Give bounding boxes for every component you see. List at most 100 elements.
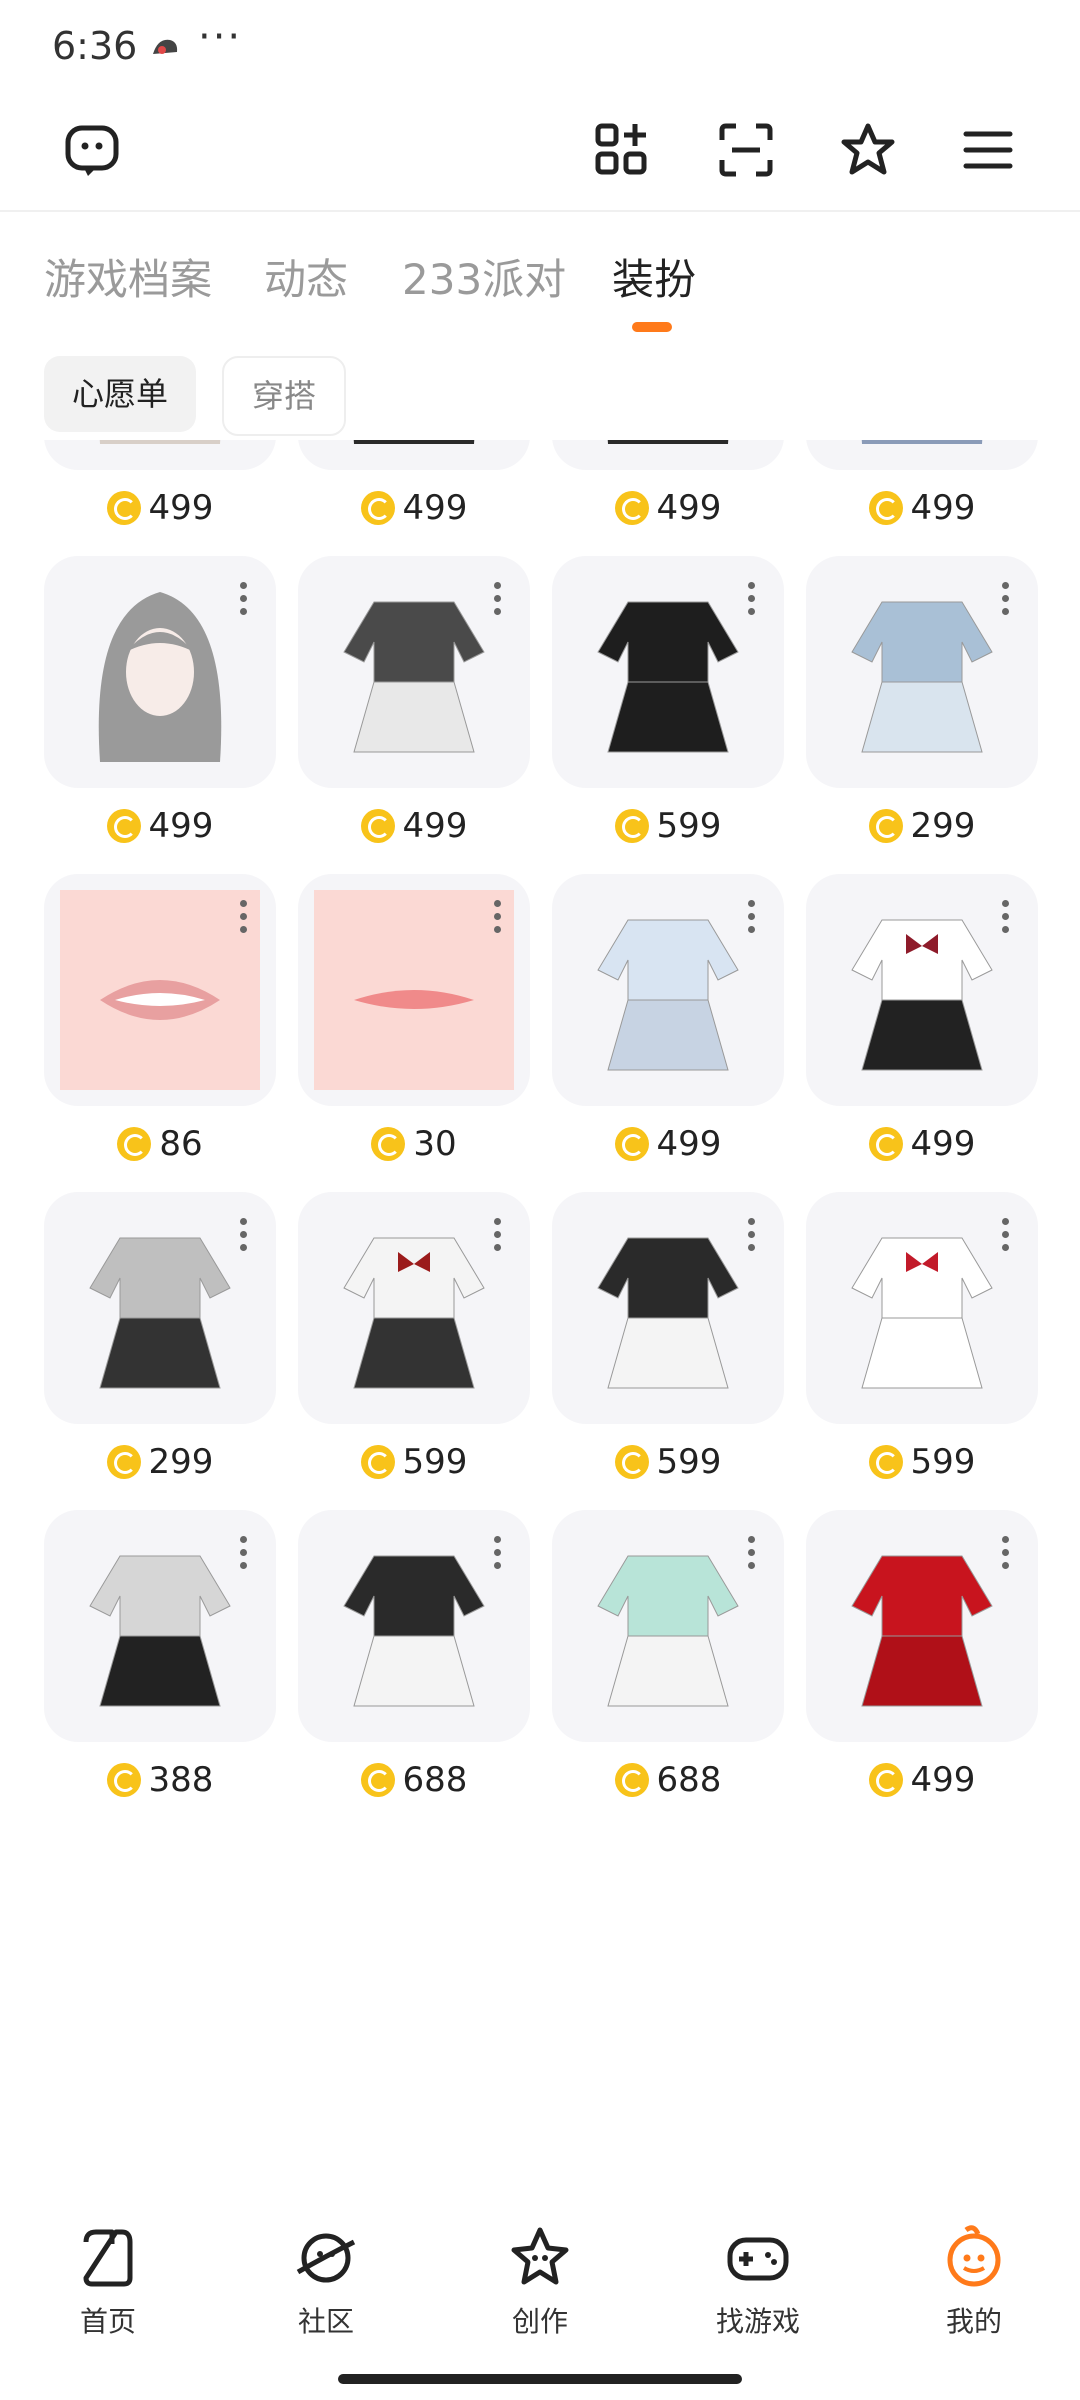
scan-icon[interactable] [710, 114, 782, 186]
more-options-icon[interactable] [1002, 1218, 1010, 1254]
more-options-icon[interactable] [494, 1536, 502, 1572]
more-options-icon[interactable] [240, 900, 248, 936]
item-card[interactable]: 499 [552, 874, 784, 1192]
item-card[interactable]: 299 [806, 556, 1038, 874]
item-thumbnail[interactable] [44, 556, 276, 788]
price-value: 30 [413, 1124, 457, 1164]
item-thumbnail[interactable] [552, 1510, 784, 1742]
price-value: 499 [402, 488, 468, 528]
item-card[interactable]: 30 [298, 874, 530, 1192]
planet-icon [296, 2233, 356, 2283]
tab-game-profile[interactable]: 游戏档案 [44, 246, 212, 307]
item-price: 388 [44, 1760, 276, 1800]
item-thumbnail[interactable] [298, 1510, 530, 1742]
filter-wishlist[interactable]: 心愿单 [44, 356, 197, 432]
coin-icon [106, 491, 141, 525]
item-card[interactable]: 599 [552, 556, 784, 874]
nav-home[interactable]: 首页 [38, 2222, 178, 2340]
item-card[interactable]: 299 [44, 1192, 276, 1510]
more-options-icon[interactable] [494, 582, 502, 618]
star-create-icon [511, 2227, 569, 2285]
item-card[interactable]: 499 [298, 440, 530, 556]
item-thumbnail[interactable] [44, 1192, 276, 1424]
more-options-icon[interactable] [240, 1218, 248, 1254]
item-price: 688 [298, 1760, 530, 1800]
item-thumbnail[interactable] [806, 1192, 1038, 1424]
price-value: 688 [402, 1760, 468, 1800]
item-card[interactable]: 499 [806, 440, 1038, 556]
coin-icon [868, 1445, 903, 1479]
price-value: 499 [656, 488, 722, 528]
item-card[interactable]: 86 [44, 874, 276, 1192]
tab-feed[interactable]: 动态 [264, 246, 348, 307]
item-card[interactable]: 499 [806, 874, 1038, 1192]
more-options-icon[interactable] [494, 1218, 502, 1254]
more-options-icon[interactable] [1002, 1536, 1010, 1572]
more-options-icon[interactable] [748, 900, 756, 936]
coin-icon [868, 809, 903, 843]
item-card[interactable]: 599 [298, 1192, 530, 1510]
item-thumbnail[interactable] [298, 1192, 530, 1424]
item-price: 499 [806, 488, 1038, 528]
star-badge-icon[interactable] [832, 114, 904, 186]
item-price: 499 [552, 1124, 784, 1164]
coin-icon [371, 1127, 406, 1161]
active-tab-indicator [632, 322, 672, 332]
nav-find-games[interactable]: 找游戏 [688, 2222, 828, 2340]
coin-icon [360, 1763, 395, 1797]
item-price: 599 [552, 806, 784, 846]
home-indicator [338, 2374, 742, 2384]
more-options-icon[interactable] [1002, 900, 1010, 936]
more-options-icon[interactable] [748, 1218, 756, 1254]
more-options-icon[interactable] [240, 1536, 248, 1572]
item-card[interactable]: 499 [44, 556, 276, 874]
tab-dress-up[interactable]: 装扮 [612, 246, 696, 307]
item-card[interactable]: 499 [552, 440, 784, 556]
more-options-icon[interactable] [748, 1536, 756, 1572]
item-thumbnail[interactable] [552, 556, 784, 788]
item-thumbnail[interactable] [44, 874, 276, 1106]
item-thumbnail[interactable] [298, 874, 530, 1106]
item-card[interactable]: 499 [806, 1510, 1038, 1828]
item-thumbnail[interactable] [806, 556, 1038, 788]
item-thumbnail[interactable] [806, 440, 1038, 470]
nav-profile[interactable]: 我的 [904, 2222, 1044, 2340]
filter-outfits[interactable]: 穿搭 [222, 356, 347, 436]
profile-tabs: 游戏档案 动态 233派对 装扮 [0, 210, 1080, 340]
price-value: 599 [910, 1442, 976, 1482]
item-price: 299 [44, 1442, 276, 1482]
item-thumbnail[interactable] [806, 874, 1038, 1106]
item-card[interactable]: 688 [552, 1510, 784, 1828]
item-thumbnail[interactable] [298, 556, 530, 788]
nav-home-label: 首页 [79, 2305, 136, 2338]
nav-create[interactable]: 创作 [470, 2222, 610, 2340]
item-card[interactable]: 499 [44, 440, 276, 556]
more-options-icon[interactable] [240, 582, 248, 618]
nav-community[interactable]: 社区 [256, 2222, 396, 2340]
item-card[interactable]: 599 [806, 1192, 1038, 1510]
item-thumbnail[interactable] [806, 1510, 1038, 1742]
item-card[interactable]: 599 [552, 1192, 784, 1510]
item-card[interactable]: 499 [298, 556, 530, 874]
item-thumbnail[interactable] [552, 874, 784, 1106]
top-toolbar [0, 96, 1080, 212]
menu-icon[interactable] [952, 114, 1024, 186]
more-options-icon[interactable] [748, 582, 756, 618]
price-value: 499 [402, 806, 468, 846]
item-thumbnail[interactable] [552, 1192, 784, 1424]
item-card[interactable]: 388 [44, 1510, 276, 1828]
tab-233-party[interactable]: 233派对 [402, 246, 566, 307]
item-thumbnail[interactable] [298, 440, 530, 470]
price-value: 299 [910, 806, 976, 846]
more-options-icon[interactable] [494, 900, 502, 936]
items-grid: 499 499 599 499 499 499 499 499 499 499 599 299 86 30… [44, 440, 1044, 1828]
item-price: 499 [806, 1760, 1038, 1800]
more-options-icon[interactable] [1002, 582, 1010, 618]
chat-bubble-icon[interactable] [56, 114, 128, 186]
item-thumbnail[interactable] [44, 440, 276, 470]
item-card[interactable]: 688 [298, 1510, 530, 1828]
item-thumbnail[interactable] [44, 1510, 276, 1742]
apps-add-icon[interactable] [586, 114, 658, 186]
item-thumbnail[interactable] [552, 440, 784, 470]
items-grid-viewport[interactable]: 499 499 599 499 499 499 499 499 499 499 599 299 86 30… [0, 440, 1080, 2196]
